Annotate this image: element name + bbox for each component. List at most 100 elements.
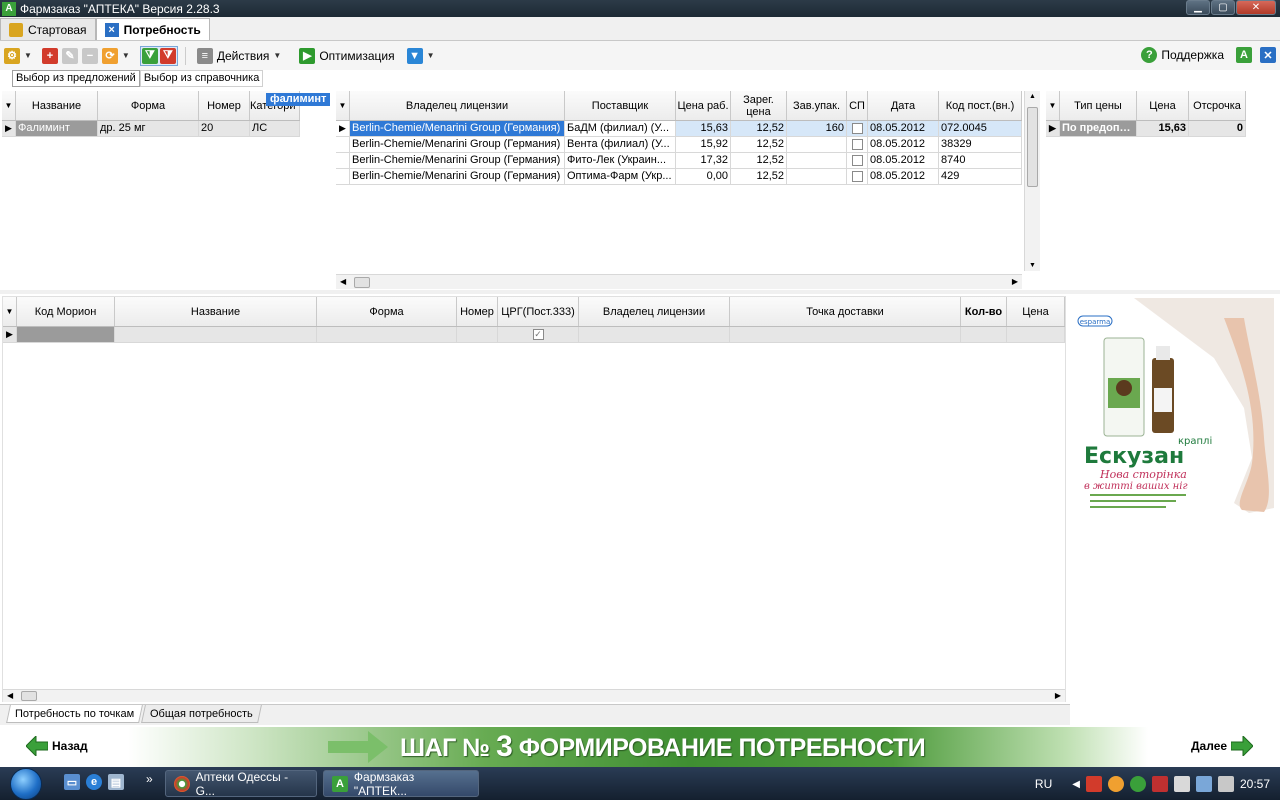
table-row[interactable]: ▶ Berlin-Chemie/Menarini Group (Германия… xyxy=(336,121,1022,137)
column-header-delay[interactable]: Отсрочка xyxy=(1189,91,1246,120)
clock[interactable]: 20:57 xyxy=(1240,777,1270,791)
table-row[interactable]: Berlin-Chemie/Menarini Group (Германия) … xyxy=(336,153,1022,169)
add-icon[interactable]: + xyxy=(41,47,58,64)
show-desktop-icon[interactable]: ▭ xyxy=(64,774,80,790)
column-header-name[interactable]: Название xyxy=(16,91,98,120)
sp-checkbox[interactable] xyxy=(847,169,868,184)
column-header-owner[interactable]: Владелец лицензии xyxy=(350,91,565,120)
cell-price[interactable]: 15,63 xyxy=(676,121,731,136)
edit-icon[interactable]: ✎ xyxy=(61,47,78,64)
advertisement-banner[interactable]: esparma краплі Ескузан Нова сторінка в ж… xyxy=(1074,298,1274,518)
task-button-farmzakaz[interactable]: A Фармзаказ "АПТЕК... xyxy=(323,770,479,798)
cell-owner[interactable] xyxy=(579,327,730,342)
explorer-icon[interactable]: ▤ xyxy=(108,774,124,790)
sp-checkbox[interactable] xyxy=(847,153,868,168)
cell-price-type[interactable]: По предопл... xyxy=(1060,121,1137,136)
column-chooser-icon[interactable]: ▼ xyxy=(2,91,16,120)
volume-muted-icon[interactable] xyxy=(1217,776,1234,792)
cell-morion-code[interactable] xyxy=(17,327,115,342)
start-button[interactable] xyxy=(10,768,42,800)
ati-icon[interactable] xyxy=(1085,776,1102,792)
cell-form[interactable]: др. 25 мг xyxy=(98,121,199,136)
column-header-code[interactable]: Код пост.(вн.) xyxy=(939,91,1022,120)
chevron-down-icon[interactable]: ▼ xyxy=(24,51,32,60)
column-header-quantity[interactable]: Кол-во xyxy=(961,297,1007,326)
column-header-form[interactable]: Форма xyxy=(317,297,457,326)
scroll-thumb[interactable] xyxy=(21,691,37,701)
support-button[interactable]: ? Поддержка xyxy=(1137,45,1228,65)
cell-form[interactable] xyxy=(317,327,457,342)
refresh-icon[interactable]: ⟳ xyxy=(101,47,118,64)
scroll-up-icon[interactable]: ▲ xyxy=(1029,93,1036,100)
cell-price[interactable]: 15,92 xyxy=(676,137,731,152)
settings-icon[interactable]: ⚙ xyxy=(4,47,20,64)
column-header-price[interactable]: Цена раб. xyxy=(676,91,731,120)
column-header-sp[interactable]: СП xyxy=(847,91,868,120)
column-header-form[interactable]: Форма xyxy=(98,91,199,120)
cell-delay[interactable]: 0 xyxy=(1189,121,1246,136)
column-header-supplier[interactable]: Поставщик xyxy=(565,91,676,120)
app-logo-icon[interactable]: A xyxy=(1236,47,1252,63)
column-chooser-icon[interactable]: ▼ xyxy=(3,297,17,326)
network-icon[interactable] xyxy=(1195,776,1212,792)
cell-date[interactable]: 08.05.2012 xyxy=(868,153,939,168)
horizontal-splitter[interactable] xyxy=(0,290,1280,294)
filter-red-icon[interactable]: ⧩ xyxy=(159,47,176,64)
filter-green-icon[interactable]: ⧩ xyxy=(141,47,158,64)
language-indicator[interactable]: RU xyxy=(1035,777,1052,791)
table-row[interactable]: ▶ По предопл... 15,63 0 xyxy=(1046,121,1246,137)
tray-device-icon[interactable] xyxy=(1173,776,1190,792)
tab-needs[interactable]: × Потребность xyxy=(95,18,210,40)
cell-delivery-point[interactable] xyxy=(730,327,961,342)
close-tab-icon[interactable]: × xyxy=(104,22,119,37)
cell-date[interactable]: 08.05.2012 xyxy=(868,137,939,152)
tab-catalog[interactable]: Выбор из справочника xyxy=(139,70,264,87)
tray-antivirus-icon[interactable] xyxy=(1151,776,1168,792)
table-row[interactable]: ▶ ✓ xyxy=(3,327,1065,343)
cell-date[interactable]: 08.05.2012 xyxy=(868,121,939,136)
taskbar-overflow-icon[interactable]: » xyxy=(146,772,153,786)
cell-supplier[interactable]: Оптима-Фарм (Укр... xyxy=(565,169,676,184)
cell-date[interactable]: 08.05.2012 xyxy=(868,169,939,184)
minimize-button[interactable]: ▁ xyxy=(1186,0,1210,15)
column-header-price[interactable]: Цена xyxy=(1137,91,1189,120)
column-header-owner[interactable]: Владелец лицензии xyxy=(579,297,730,326)
offers-vertical-scrollbar[interactable]: ▲ ▼ xyxy=(1024,91,1040,271)
column-header-crg[interactable]: ЦРГ(Пост.333) xyxy=(498,297,579,326)
column-header-date[interactable]: Дата xyxy=(868,91,939,120)
tray-update-icon[interactable] xyxy=(1129,776,1146,792)
cell-price[interactable]: 0,00 xyxy=(676,169,731,184)
optimization-button[interactable]: ▶ Оптимизация xyxy=(295,46,398,66)
cell-supplier[interactable]: БаДМ (филиал) (У... xyxy=(565,121,676,136)
actions-menu-button[interactable]: ≡ Действия ▼ xyxy=(193,46,292,66)
column-header-price[interactable]: Цена xyxy=(1007,297,1065,326)
sp-checkbox[interactable] xyxy=(847,121,868,136)
cell-reg-price[interactable]: 12,52 xyxy=(731,153,787,168)
column-header-number[interactable]: Номер xyxy=(457,297,498,326)
chevron-left-icon[interactable]: ◀ xyxy=(1072,779,1080,790)
column-header-name[interactable]: Название xyxy=(115,297,317,326)
tab-offers[interactable]: Выбор из предложений xyxy=(12,70,140,87)
scroll-left-icon[interactable]: ◀ xyxy=(7,691,13,700)
table-row[interactable]: Berlin-Chemie/Menarini Group (Германия) … xyxy=(336,169,1022,185)
cell-pack[interactable] xyxy=(787,137,847,152)
cell-reg-price[interactable]: 12,52 xyxy=(731,121,787,136)
column-chooser-icon[interactable]: ▼ xyxy=(336,91,350,120)
cell-supplier[interactable]: Вента (филиал) (У... xyxy=(565,137,676,152)
filter-menu-button[interactable]: ▼ ▼ xyxy=(403,46,445,66)
column-header-reg-price[interactable]: Зарег. цена xyxy=(731,91,787,120)
cell-name[interactable]: Фалиминт xyxy=(16,121,98,136)
tab-total-needs[interactable]: Общая потребность xyxy=(141,705,262,723)
offers-horizontal-scrollbar[interactable]: ◀ ▶ xyxy=(336,274,1022,289)
internet-explorer-icon[interactable]: e xyxy=(86,774,102,790)
cell-pack[interactable] xyxy=(787,153,847,168)
cell-quantity[interactable] xyxy=(961,327,1007,342)
table-row[interactable]: Berlin-Chemie/Menarini Group (Германия) … xyxy=(336,137,1022,153)
cell-owner[interactable]: Berlin-Chemie/Menarini Group (Германия) xyxy=(350,169,565,184)
column-header-number[interactable]: Номер xyxy=(199,91,250,120)
cell-reg-price[interactable]: 12,52 xyxy=(731,137,787,152)
scroll-thumb[interactable] xyxy=(354,277,370,288)
close-panel-icon[interactable]: ✕ xyxy=(1260,47,1276,63)
column-header-pack[interactable]: Зав.упак. xyxy=(787,91,847,120)
scroll-left-icon[interactable]: ◀ xyxy=(340,277,346,286)
